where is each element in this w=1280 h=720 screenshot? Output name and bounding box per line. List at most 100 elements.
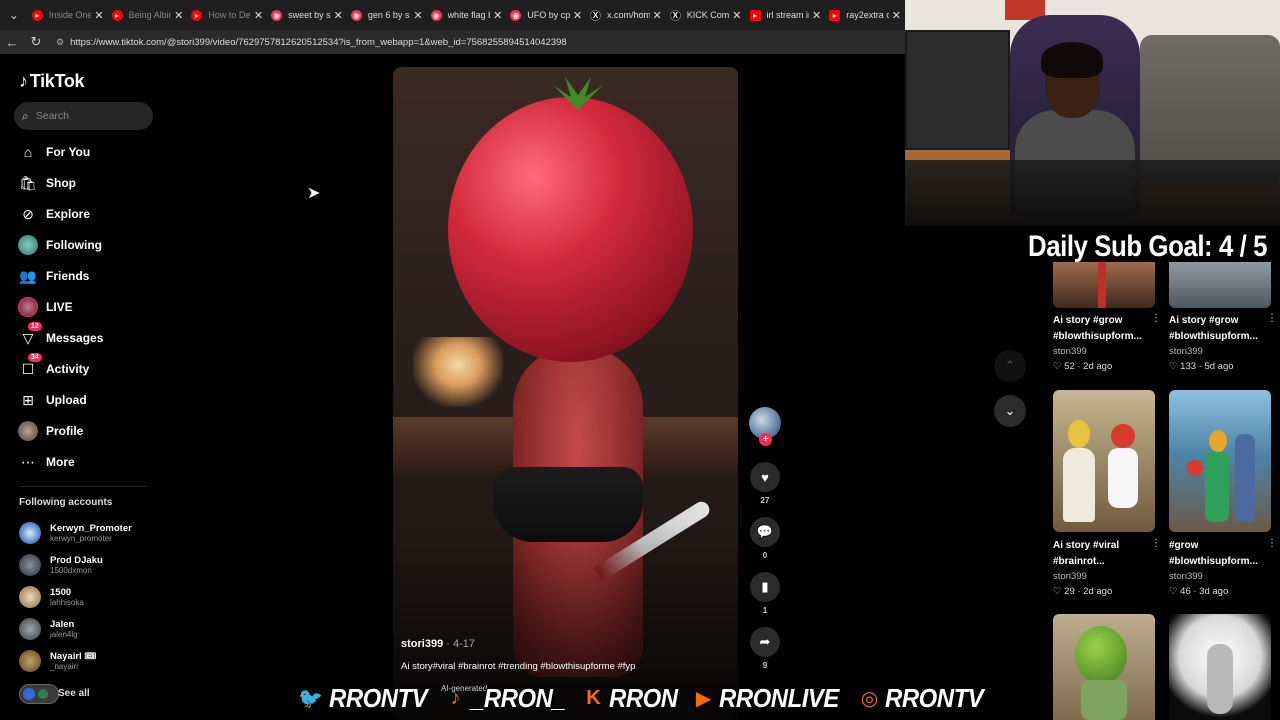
close-tab-icon[interactable]: ✕	[334, 9, 343, 22]
video-thumbnail-partial[interactable]	[1169, 262, 1271, 308]
following-account-item[interactable]: Kerwyn_Promoter kerwyn_promoter	[19, 520, 132, 546]
close-tab-icon[interactable]: ✕	[413, 9, 422, 22]
search-input[interactable]: ⌕ Search	[14, 102, 153, 130]
video-thumbnail[interactable]	[1169, 390, 1271, 532]
nav-live[interactable]: LIVE	[18, 295, 73, 319]
close-tab-icon[interactable]: ✕	[254, 9, 263, 22]
video-thumbnail[interactable]	[1053, 614, 1155, 720]
nav-messages[interactable]: ▽ 12 Messages	[18, 322, 103, 350]
video-card-stats: ♡ 29 · 2d ago	[1053, 586, 1113, 597]
more-options-icon[interactable]: ⋮	[1151, 313, 1161, 324]
heart-icon[interactable]: ♥	[750, 462, 780, 492]
more-options-icon[interactable]: ⋮	[1267, 538, 1277, 549]
browser-tab[interactable]: X KICK Comm✕	[666, 0, 746, 30]
search-icon: ⌕	[22, 108, 29, 123]
browser-tab[interactable]: ◉ sweet by si ✕	[267, 0, 347, 30]
nav-shop[interactable]: 🛍 Shop	[18, 171, 76, 195]
related-video-card[interactable]: Ai story #grow #blowthisupform... ⋮ stor…	[1053, 308, 1161, 372]
save-action[interactable]: ▮ 1	[750, 572, 780, 615]
bookmark-icon[interactable]: ▮	[750, 572, 780, 602]
browser-tab[interactable]: ▸ How to De ✕	[187, 0, 267, 30]
share-count: 9	[762, 661, 768, 670]
back-arrow-icon[interactable]: ←	[0, 30, 24, 54]
discord-overlay-toggle	[19, 684, 59, 704]
video-thumbnail[interactable]	[1053, 390, 1155, 532]
share-action[interactable]: ➦ 9	[750, 627, 780, 670]
site-info-icon[interactable]: ⚙	[56, 37, 64, 48]
nav-label: More	[46, 455, 75, 469]
video-thumbnail[interactable]	[1169, 614, 1271, 720]
nav-friends[interactable]: 👥 Friends	[18, 264, 89, 288]
video-card-stats: ♡ 133 · 5d ago	[1169, 361, 1234, 372]
tab-title: How to De	[208, 10, 251, 20]
see-all-link[interactable]: See all	[58, 688, 90, 699]
nav-activity[interactable]: ☐ 34 Activity	[18, 353, 89, 381]
following-account-item[interactable]: Nayairl 🎟 _nayairl	[19, 648, 96, 674]
close-tab-icon[interactable]: ✕	[653, 9, 662, 22]
previous-video-chevron-up-icon[interactable]: ⌃	[994, 350, 1026, 382]
tab-title: irl stream in	[766, 10, 810, 20]
video-player[interactable]	[393, 67, 738, 720]
close-tab-icon[interactable]: ✕	[812, 9, 821, 22]
browser-tab[interactable]: ◉ UFO by cpa✕	[506, 0, 586, 30]
next-video-chevron-down-icon[interactable]: ⌄	[994, 395, 1026, 427]
video-card-title: Ai story #grow #blowthisupform...	[1053, 315, 1142, 342]
upload-icon: ⊞	[22, 391, 34, 408]
friends-icon: 👥	[19, 267, 37, 284]
following-account-item[interactable]: Prod DJaku 1500dxmon	[19, 552, 103, 578]
browser-tab[interactable]: ◉ gen 6 by si ✕	[347, 0, 427, 30]
video-author[interactable]: stori399 · 4-17	[401, 638, 475, 650]
nav-label: LIVE	[46, 300, 73, 314]
more-options-icon[interactable]: ⋮	[1267, 313, 1277, 324]
logo-text: TikTok	[29, 71, 85, 91]
nav-profile[interactable]: Profile	[18, 419, 83, 443]
close-tab-icon[interactable]: ✕	[94, 9, 103, 22]
following-account-item[interactable]: 1500 lahhisoka	[19, 584, 84, 610]
follow-plus-icon[interactable]: +	[759, 433, 772, 446]
video-card-user: stori399	[1053, 346, 1087, 357]
share-icon[interactable]: ➦	[750, 627, 780, 657]
related-video-card[interactable]: Ai story #grow #blowthisupform... ⋮ stor…	[1169, 308, 1277, 372]
reload-icon[interactable]: ↻	[24, 30, 48, 54]
account-handle: _nayairl	[50, 661, 79, 671]
video-username[interactable]: stori399	[401, 638, 443, 650]
comment-action[interactable]: 💬 0	[750, 517, 780, 560]
live-avatar-icon	[18, 297, 38, 317]
browser-tab[interactable]: Xx.com/hom ✕	[586, 0, 666, 30]
related-video-card[interactable]: Ai story #viral #brainrot... ⋮ stori399 …	[1053, 390, 1161, 597]
account-name: 1500	[50, 586, 72, 598]
close-tab-icon[interactable]: ✕	[892, 9, 901, 22]
nav-upload[interactable]: ⊞ Upload	[18, 388, 87, 412]
tiktok-logo[interactable]: ♪ TikTok	[19, 71, 85, 92]
browser-tab[interactable]: ▸ irl stream in ✕	[746, 0, 826, 30]
close-tab-icon[interactable]: ✕	[174, 9, 183, 22]
comment-icon[interactable]: 💬	[750, 517, 780, 547]
following-account-item[interactable]: Jalen jalen4lg	[19, 616, 78, 642]
profile-avatar-icon	[18, 421, 38, 441]
nav-more[interactable]: ⋯ More	[18, 450, 75, 474]
tab-search-dropdown[interactable]: ⌄	[0, 0, 28, 30]
nav-for-you[interactable]: ⌂ For You	[18, 140, 90, 164]
video-thumbnail-partial[interactable]	[1053, 262, 1155, 308]
activity-badge: 34	[28, 353, 42, 362]
close-tab-icon[interactable]: ✕	[493, 9, 502, 22]
url-field[interactable]: ⚙ https://www.tiktok.com/@stori399/video…	[56, 32, 905, 52]
nav-label: For You	[46, 145, 91, 159]
close-tab-icon[interactable]: ✕	[573, 9, 582, 22]
like-action[interactable]: ♥ 27	[750, 462, 780, 505]
tab-title: gen 6 by si	[367, 10, 411, 20]
nav-following[interactable]: Following	[18, 233, 102, 257]
browser-tab[interactable]: ▸ Inside One ✕	[28, 0, 108, 30]
related-video-card[interactable]: #grow #blowthisupform... ⋮ stori399 ♡ 46…	[1169, 390, 1277, 597]
social-handle: RRONLIVE	[719, 682, 840, 713]
nav-label: Profile	[46, 424, 84, 438]
following-avatar-icon	[18, 235, 38, 255]
nav-label: Explore	[46, 207, 91, 221]
browser-tab[interactable]: ◉ white flag b ✕	[427, 0, 507, 30]
address-bar: ← ↻ ⚙ https://www.tiktok.com/@stori399/v…	[0, 30, 905, 54]
close-tab-icon[interactable]: ✕	[732, 9, 741, 22]
browser-tab[interactable]: ▸ Being Albin ✕	[108, 0, 188, 30]
nav-explore[interactable]: ⊘ Explore	[18, 202, 90, 226]
more-options-icon[interactable]: ⋮	[1151, 538, 1161, 549]
browser-tab[interactable]: ▸ ray2extra d ✕	[825, 0, 905, 30]
